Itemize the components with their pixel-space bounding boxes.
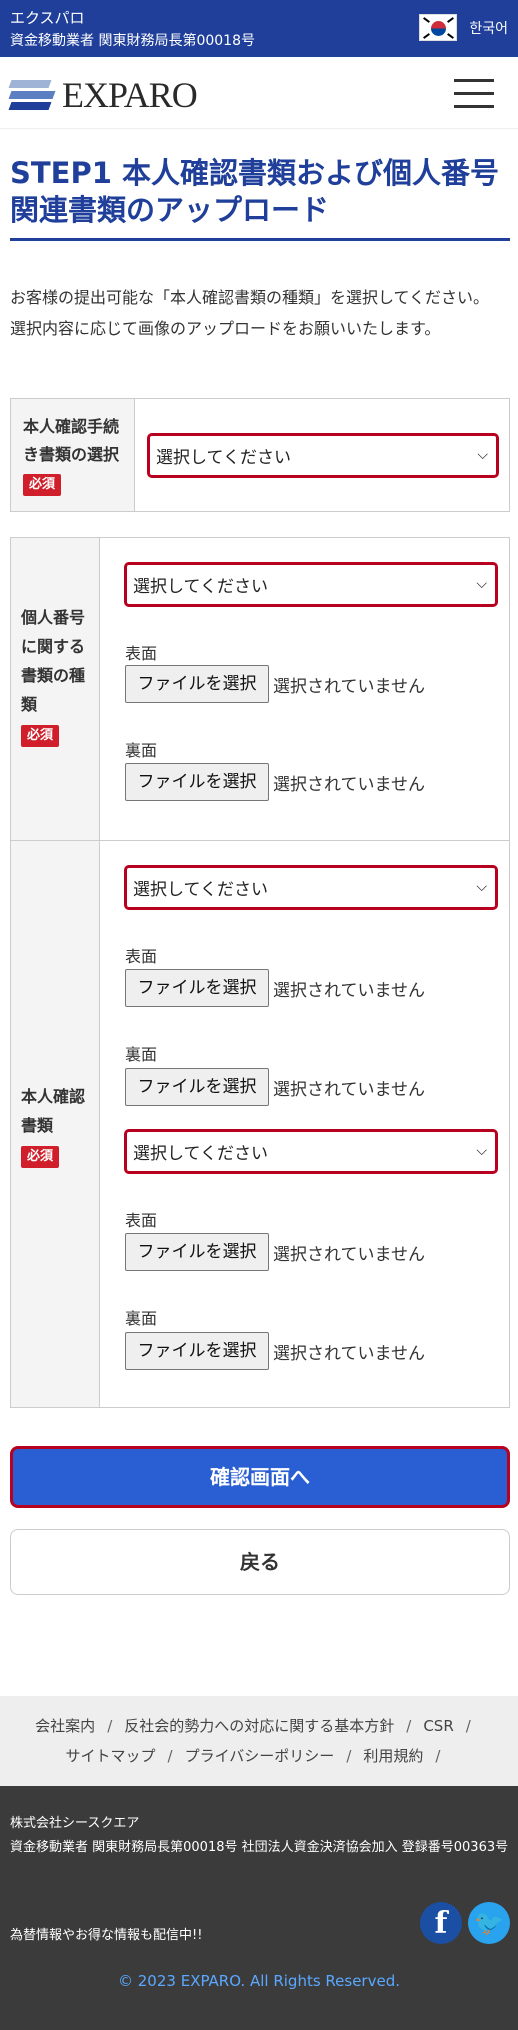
mynumber-back-file-button[interactable]: ファイルを選択 bbox=[125, 763, 269, 801]
chevron-down-icon: ⌵ bbox=[476, 879, 487, 895]
copyright: © 2023 EXPARO. All Rights Reserved. bbox=[118, 1972, 400, 1990]
identity1-back-file-status: 選択されていません bbox=[273, 1080, 425, 1100]
procedure-selection-table: 本人確認手続き書類の選択 必須 選択してください ⌵ bbox=[10, 398, 510, 512]
back-button[interactable]: 戻る bbox=[10, 1529, 510, 1595]
identity2-front-label: 表面 bbox=[125, 1211, 158, 1230]
identity1-front-file-button[interactable]: ファイルを選択 bbox=[125, 969, 269, 1007]
required-badge: 必須 bbox=[23, 474, 62, 496]
twitter-icon[interactable]: 🐦 bbox=[468, 1902, 510, 1944]
document-upload-table: 個人番号に関する書類の種類 必須 選択してください ⌵ 表面 ファイルを選択 選… bbox=[10, 537, 510, 1408]
footer-registration: 資金移動業者 関東財務局長第00018号 社団法人資金決済協会加入 登録番号00… bbox=[10, 1840, 509, 1855]
footer-link-antisocial-policy[interactable]: 反社会的勢力への対応に関する基本方針 bbox=[124, 1717, 394, 1735]
registration-text: 資金移動業者 関東財務局長第00018号 bbox=[10, 33, 255, 49]
identity1-front-file-status: 選択されていません bbox=[273, 981, 425, 1001]
identity1-back-label: 裏面 bbox=[125, 1045, 158, 1064]
mynumber-select[interactable]: 選択してください ⌵ bbox=[124, 562, 498, 607]
news-text: 為替情報やお得な情報も配信中!! bbox=[10, 1928, 203, 1943]
footer-link-privacy[interactable]: プライバシーポリシー bbox=[185, 1747, 335, 1765]
required-badge: 必須 bbox=[21, 1146, 60, 1168]
identity-label: 本人確認書類 bbox=[21, 1087, 86, 1135]
exparo-logo[interactable]: EXPARO bbox=[8, 74, 198, 116]
footer-link-company[interactable]: 会社案内 bbox=[35, 1717, 95, 1735]
page-title: STEP1 本人確認書類および個人番号関連書類のアップロード bbox=[10, 156, 500, 227]
footer-link-terms[interactable]: 利用規約 bbox=[363, 1747, 423, 1765]
chevron-down-icon: ⌵ bbox=[476, 1143, 487, 1159]
site-header: EXPARO bbox=[0, 57, 518, 129]
logo-text: EXPARO bbox=[62, 75, 198, 115]
mynumber-back-file-status: 選択されていません bbox=[273, 775, 425, 795]
mynumber-front-label: 表面 bbox=[125, 644, 158, 663]
identity-select-2[interactable]: 選択してください ⌵ bbox=[124, 1129, 498, 1174]
procedure-label: 本人確認手続き書類の選択 bbox=[23, 417, 120, 464]
korea-flag-icon bbox=[419, 14, 458, 41]
language-switcher[interactable]: 한국어 bbox=[419, 14, 508, 41]
procedure-select-value: 選択してください bbox=[156, 448, 291, 468]
identity1-back-file-button[interactable]: ファイルを選択 bbox=[125, 1068, 269, 1106]
identity2-front-file-button[interactable]: ファイルを選択 bbox=[125, 1233, 269, 1271]
hamburger-menu-icon[interactable] bbox=[454, 79, 494, 109]
mynumber-back-label: 裏面 bbox=[125, 741, 158, 760]
identity2-front-file-status: 選択されていません bbox=[273, 1245, 425, 1265]
brand-kana: エクスパロ bbox=[10, 9, 85, 27]
required-badge: 必須 bbox=[21, 725, 60, 747]
mynumber-select-value: 選択してください bbox=[133, 577, 268, 597]
identity-select-1-value: 選択してください bbox=[133, 880, 268, 900]
identity2-back-file-status: 選択されていません bbox=[273, 1344, 425, 1364]
site-footer: 株式会社シースクエア 資金移動業者 関東財務局長第00018号 社団法人資金決済… bbox=[0, 1786, 518, 2030]
title-divider bbox=[10, 238, 510, 241]
company-name: 株式会社シースクエア bbox=[10, 1816, 140, 1831]
mynumber-front-file-button[interactable]: ファイルを選択 bbox=[125, 665, 269, 703]
logo-mark-icon bbox=[8, 78, 56, 112]
chevron-down-icon: ⌵ bbox=[477, 447, 488, 463]
identity2-back-label: 裏面 bbox=[125, 1309, 158, 1328]
confirm-button[interactable]: 確認画面へ bbox=[10, 1446, 510, 1508]
procedure-header-cell: 本人確認手続き書類の選択 必須 bbox=[11, 399, 135, 511]
footer-link-sitemap[interactable]: サイトマップ bbox=[66, 1747, 156, 1765]
facebook-icon[interactable]: f bbox=[420, 1902, 462, 1944]
chevron-down-icon: ⌵ bbox=[476, 576, 487, 592]
mynumber-front-file-status: 選択されていません bbox=[273, 677, 425, 697]
footer-link-csr[interactable]: CSR bbox=[423, 1717, 453, 1735]
row-divider bbox=[11, 840, 509, 841]
mynumber-label: 個人番号に関する書類の種類 bbox=[21, 608, 86, 714]
identity1-front-label: 表面 bbox=[125, 947, 158, 966]
identity2-back-file-button[interactable]: ファイルを選択 bbox=[125, 1332, 269, 1370]
language-label[interactable]: 한국어 bbox=[469, 18, 508, 38]
top-bar: エクスパロ 資金移動業者 関東財務局長第00018号 한국어 bbox=[0, 0, 518, 57]
intro-line-1: お客様の提出可能な「本人確認書類の種類」を選択してください。 bbox=[10, 288, 490, 307]
intro-line-2: 選択内容に応じて画像のアップロードをお願いいたします。 bbox=[10, 319, 441, 338]
footer-nav: 会社案内 / 反社会的勢力への対応に関する基本方針 / CSR / サイトマップ / プライバ… bbox=[0, 1696, 518, 1786]
procedure-select[interactable]: 選択してください ⌵ bbox=[147, 433, 499, 478]
identity-select-2-value: 選択してください bbox=[133, 1144, 268, 1164]
identity-select-1[interactable]: 選択してください ⌵ bbox=[124, 865, 498, 910]
intro-text: お客様の提出可能な「本人確認書類の種類」を選択してください。 選択内容に応じて画… bbox=[10, 282, 510, 344]
